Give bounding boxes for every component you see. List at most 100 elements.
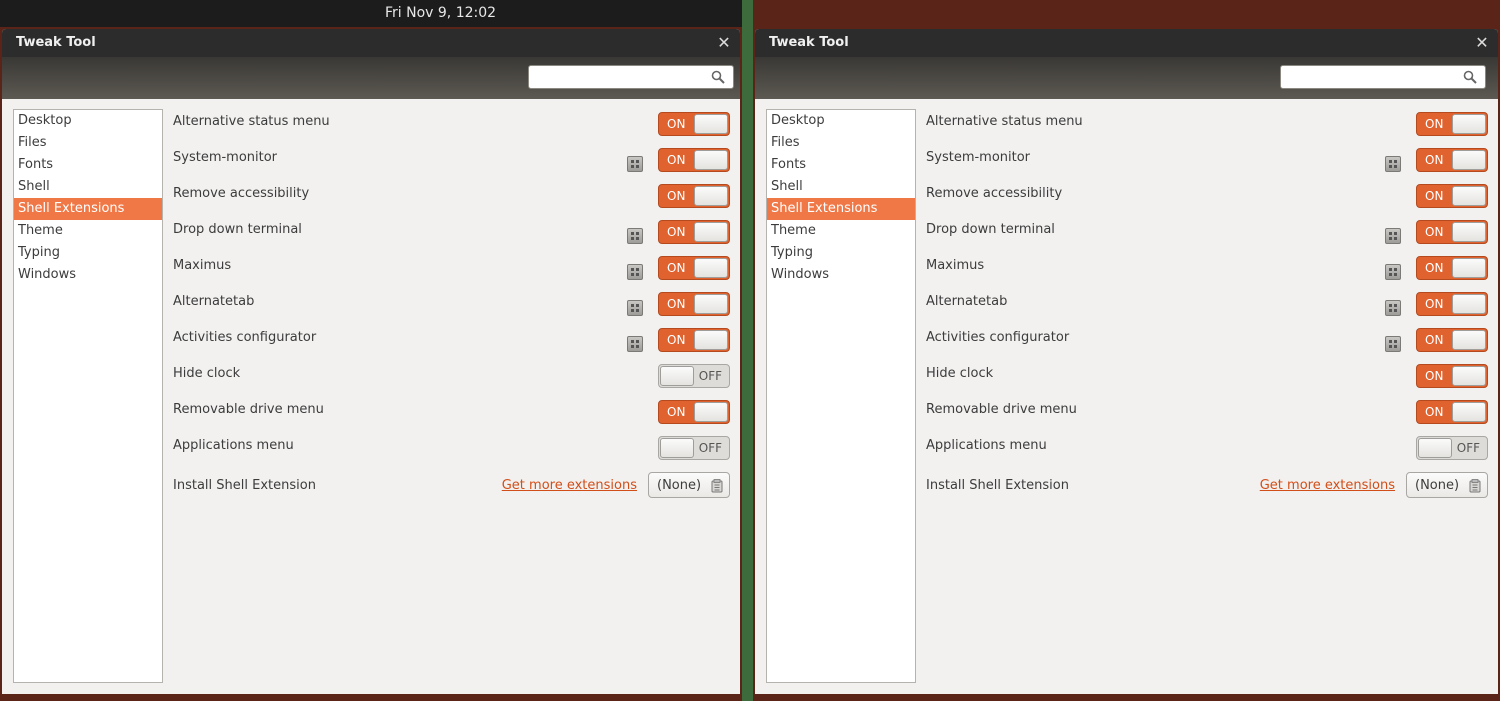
extension-settings-button[interactable] (1385, 228, 1401, 244)
extension-label: Remove accessibility (926, 186, 1063, 201)
settings-icon (631, 268, 639, 276)
sidebar-item-desktop[interactable]: Desktop (14, 110, 162, 132)
extension-label: Maximus (173, 258, 232, 273)
extension-toggle-switch[interactable]: ON (658, 328, 730, 352)
switch-state-label: ON (1425, 225, 1444, 239)
search-input[interactable] (529, 66, 699, 88)
extension-toggle-switch[interactable]: ON (658, 184, 730, 208)
get-more-extensions-link[interactable]: Get more extensions (502, 478, 637, 494)
sidebar-item-fonts[interactable]: Fonts (14, 154, 162, 176)
sidebar-item-desktop[interactable]: Desktop (767, 110, 915, 132)
switch-knob[interactable] (1452, 258, 1486, 278)
switch-knob[interactable] (1452, 150, 1486, 170)
extension-row-activities-configurator: Activities configurator ON (173, 325, 730, 361)
window-title: Tweak Tool (769, 35, 849, 50)
extension-file-chooser-button[interactable]: (None) (1406, 472, 1488, 498)
extension-toggle-switch[interactable]: OFF (658, 364, 730, 388)
extension-settings-button[interactable] (627, 156, 643, 172)
sidebar-item-shell[interactable]: Shell (14, 176, 162, 198)
switch-knob[interactable] (694, 186, 728, 206)
extension-row-applications-menu: Applications menu OFF (926, 433, 1488, 469)
extension-settings-button[interactable] (1385, 156, 1401, 172)
extension-toggle-switch[interactable]: ON (1416, 256, 1488, 280)
extension-toggle-switch[interactable]: ON (1416, 184, 1488, 208)
extension-toggle-switch[interactable]: ON (658, 256, 730, 280)
switch-state-label: ON (1425, 333, 1444, 347)
sidebar-item-typing[interactable]: Typing (767, 242, 915, 264)
extension-label: Alternative status menu (926, 114, 1083, 129)
switch-knob[interactable] (1452, 366, 1486, 386)
extension-settings-button[interactable] (627, 264, 643, 280)
sidebar-item-theme[interactable]: Theme (767, 220, 915, 242)
sidebar-item-windows[interactable]: Windows (767, 264, 915, 286)
sidebar-item-files[interactable]: Files (14, 132, 162, 154)
sidebar-item-files[interactable]: Files (767, 132, 915, 154)
extension-settings-button[interactable] (1385, 264, 1401, 280)
switch-knob[interactable] (660, 438, 694, 458)
extension-row-alternative-status-menu: Alternative status menu ON (926, 109, 1488, 145)
search-icon (711, 70, 725, 84)
extension-toggle-switch[interactable]: ON (1416, 364, 1488, 388)
switch-knob[interactable] (660, 366, 694, 386)
extension-toggle-switch[interactable]: ON (1416, 400, 1488, 424)
extension-toggle-switch[interactable]: ON (1416, 148, 1488, 172)
extension-settings-button[interactable] (627, 228, 643, 244)
extension-toggle-switch[interactable]: OFF (658, 436, 730, 460)
clock[interactable]: Fri Nov 9, 12:02 (385, 0, 496, 27)
file-chooser-value: (None) (1415, 478, 1460, 493)
sidebar-item-windows[interactable]: Windows (14, 264, 162, 286)
get-more-extensions-link[interactable]: Get more extensions (1260, 478, 1395, 494)
switch-knob[interactable] (1452, 186, 1486, 206)
switch-knob[interactable] (694, 330, 728, 350)
extension-row-applications-menu: Applications menu OFF (173, 433, 730, 469)
switch-knob[interactable] (694, 150, 728, 170)
extension-label: Removable drive menu (926, 402, 1077, 417)
close-button[interactable]: ✕ (714, 33, 734, 53)
close-button[interactable]: ✕ (1472, 33, 1492, 53)
extension-row-remove-accessibility: Remove accessibility ON (173, 181, 730, 217)
sidebar-item-typing[interactable]: Typing (14, 242, 162, 264)
switch-knob[interactable] (1452, 114, 1486, 134)
switch-state-label: ON (1425, 153, 1444, 167)
extension-toggle-switch[interactable]: ON (1416, 220, 1488, 244)
settings-icon (1389, 304, 1397, 312)
search-input[interactable] (1281, 66, 1451, 88)
switch-knob[interactable] (1452, 330, 1486, 350)
extension-toggle-switch[interactable]: ON (658, 220, 730, 244)
search-box[interactable] (1280, 65, 1486, 89)
extension-file-chooser-button[interactable]: (None) (648, 472, 730, 498)
extension-toggle-switch[interactable]: ON (658, 400, 730, 424)
sidebar-item-shell-extensions[interactable]: Shell Extensions (767, 198, 915, 220)
extension-settings-button[interactable] (627, 336, 643, 352)
extension-toggle-switch[interactable]: OFF (1416, 436, 1488, 460)
extension-toggle-switch[interactable]: ON (1416, 112, 1488, 136)
extension-toggle-switch[interactable]: ON (1416, 328, 1488, 352)
switch-knob[interactable] (694, 294, 728, 314)
extension-row-system-monitor: System-monitor ON (173, 145, 730, 181)
extension-settings-button[interactable] (627, 300, 643, 316)
settings-icon (631, 304, 639, 312)
extension-label: Hide clock (926, 366, 994, 381)
extension-toggle-switch[interactable]: ON (658, 112, 730, 136)
switch-knob[interactable] (1418, 438, 1452, 458)
extension-settings-button[interactable] (1385, 300, 1401, 316)
switch-knob[interactable] (694, 402, 728, 422)
switch-knob[interactable] (1452, 222, 1486, 242)
switch-knob[interactable] (694, 222, 728, 242)
switch-knob[interactable] (1452, 402, 1486, 422)
sidebar-item-fonts[interactable]: Fonts (767, 154, 915, 176)
extension-toggle-switch[interactable]: ON (658, 292, 730, 316)
extension-toggle-switch[interactable]: ON (658, 148, 730, 172)
divider (742, 0, 753, 701)
switch-knob[interactable] (1452, 294, 1486, 314)
sidebar-item-shell[interactable]: Shell (767, 176, 915, 198)
extension-settings-button[interactable] (1385, 336, 1401, 352)
switch-knob[interactable] (694, 114, 728, 134)
switch-knob[interactable] (694, 258, 728, 278)
search-icon (1463, 70, 1477, 84)
switch-state-label: OFF (698, 441, 722, 455)
search-box[interactable] (528, 65, 734, 89)
extension-toggle-switch[interactable]: ON (1416, 292, 1488, 316)
sidebar-item-theme[interactable]: Theme (14, 220, 162, 242)
sidebar-item-shell-extensions[interactable]: Shell Extensions (14, 198, 162, 220)
